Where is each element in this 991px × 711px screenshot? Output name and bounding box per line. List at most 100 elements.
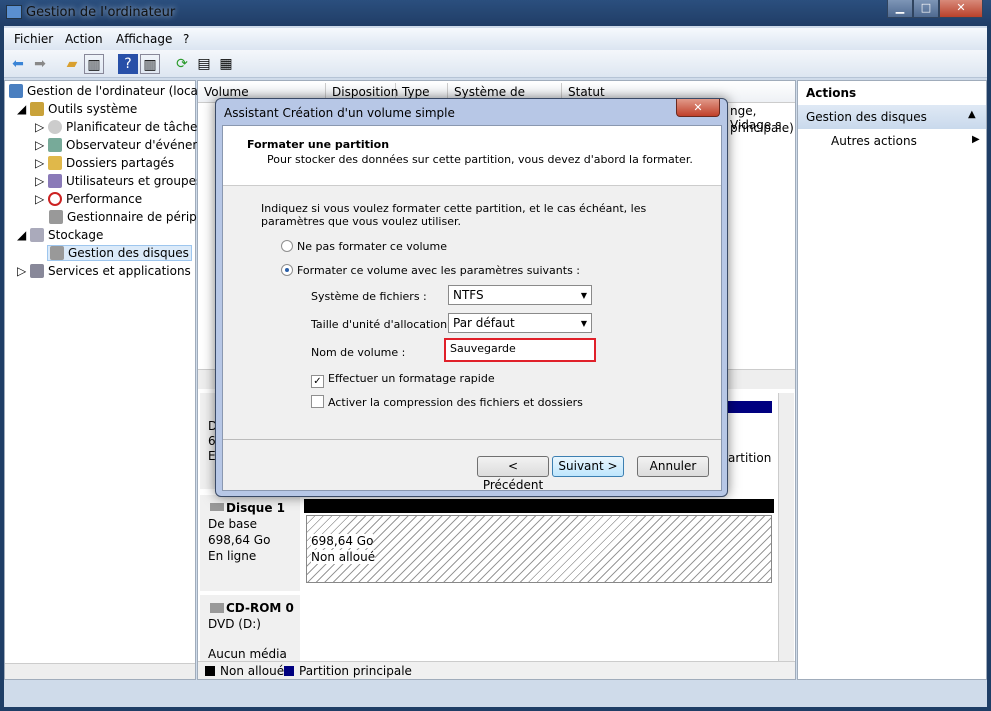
tree-label: Observateur d'événeme [66,138,212,152]
radio-format[interactable]: Formater ce volume avec les paramètres s… [281,264,580,277]
divider [223,439,721,440]
tree-outils[interactable]: ◢ Outils système [17,102,137,116]
radio-icon [281,240,293,252]
radio-label: Ne pas formater ce volume [297,240,447,253]
actions-section-label: Gestion des disques [806,110,927,124]
volume-name-input[interactable]: Sauvegarde [444,338,596,362]
tree-services[interactable]: ▷ Services et applications [17,264,191,278]
back-button[interactable]: < Précédent [477,456,549,492]
menu-bar: Fichier Action Affichage ? [4,28,987,50]
dialog-subheading: Pour stocker des données sur cette parti… [267,153,693,166]
radio-selected-icon [281,264,293,276]
radio-label: Formater ce volume avec les paramètres s… [297,264,581,277]
title-bar: Gestion de l'ordinateur ▁ □ ✕ [0,0,991,26]
more-actions[interactable]: Autres actions [831,134,917,148]
cdrom-info[interactable]: CD-ROM 0 DVD (D:) Aucun média [200,595,300,663]
refresh-icon[interactable]: ⟳ [172,54,192,74]
tree-dossiers[interactable]: ▷ Dossiers partagés [35,156,174,170]
radio-no-format[interactable]: Ne pas formater ce volume [281,240,447,253]
actions-section[interactable]: Gestion des disques ▲ [798,105,986,129]
tree-root[interactable]: Gestion de l'ordinateur (local) [9,84,206,98]
tree-label: Gestionnaire de périphé [67,210,212,224]
disk-state: En ligne [208,549,257,563]
tree-observateur[interactable]: ▷ Observateur d'événeme [35,138,211,152]
wizard-dialog: Assistant Création d'un volume simple ✕ … [215,98,728,497]
tree-label: Gestion de l'ordinateur (local) [27,84,206,98]
disk-type: De base [208,517,258,531]
minimize-button[interactable]: ▁ [887,0,913,18]
show-hide-actions-icon[interactable]: ▥ [140,54,160,74]
checkbox-label: Effectuer un formatage rapide [328,372,495,385]
quick-format-checkbox[interactable]: ✓ Effectuer un formatage rapide [311,372,495,388]
event-viewer-icon [48,138,63,152]
filesystem-select[interactable]: NTFS [448,285,592,305]
tree-label: Planificateur de tâches [66,120,204,134]
menu-action[interactable]: Action [65,32,103,46]
disk-type: DVD (D:) [208,617,261,631]
device-manager-icon [49,210,63,224]
tree-label: Outils système [48,102,138,116]
users-icon [48,174,63,188]
cancel-button[interactable]: Annuler [637,456,709,477]
tree-performance[interactable]: ▷ Performance [35,192,142,206]
performance-icon [48,192,63,206]
tree-planificateur[interactable]: ▷ Planificateur de tâches [35,120,204,134]
legend: Non alloué Partition principale [198,661,795,679]
tree-utilisateurs[interactable]: ▷ Utilisateurs et groupes l [35,174,209,188]
back-icon[interactable]: ⬅ [8,54,28,74]
help-icon[interactable]: ? [118,54,138,74]
disk-name: CD-ROM 0 [226,601,294,615]
forward-icon[interactable]: ➡ [30,54,50,74]
clock-icon [48,120,63,134]
disk-icon [210,503,224,511]
legend-swatch-unallocated [205,666,215,676]
region-size: 698,64 Go [311,534,374,548]
tree-label: Services et applications [48,264,191,278]
up-folder-icon[interactable]: ▰ [62,54,82,74]
disk-management-icon [50,246,64,260]
computer-icon [9,84,23,98]
computer-icon [6,5,22,19]
tree-label: Dossiers partagés [66,156,175,170]
tree-label: Utilisateurs et groupes l [66,174,210,188]
dialog-title: Assistant Création d'un volume simple [224,106,455,120]
dialog-header: Formater une partition Pour stocker des … [223,126,721,186]
partition-label[interactable]: artition [728,451,771,465]
menu-fichier[interactable]: Fichier [14,32,53,46]
close-button[interactable]: ✕ [939,0,983,18]
collapse-icon[interactable]: ▲ [968,109,976,120]
partition-bar [728,401,772,413]
maximize-button[interactable]: □ [913,0,939,18]
volume-row-status: principale) [730,121,794,135]
storage-icon [30,228,45,242]
disk-1-info[interactable]: Disque 1 De base 698,64 Go En ligne [200,495,300,591]
next-button[interactable]: Suivant > [552,456,624,477]
dialog-close-button[interactable]: ✕ [676,99,720,117]
allocation-select[interactable]: Par défaut [448,313,592,333]
region-label: Non alloué [311,550,376,564]
menu-affichage[interactable]: Affichage [116,32,172,46]
legend-label: Partition principale [299,664,412,678]
unallocated-region[interactable]: 698,64 Go Non alloué [306,515,772,583]
checkbox-icon [311,395,324,408]
disk-scrollbar[interactable] [778,393,794,663]
dialog-intro: Indiquez si vous voulez formater cette p… [261,202,647,228]
checkbox-label: Activer la compression des fichiers et d… [328,396,583,409]
volume-name-label: Nom de volume : [311,346,406,359]
tree-scrollbar[interactable] [5,663,195,679]
compression-checkbox[interactable]: Activer la compression des fichiers et d… [311,395,583,409]
show-hide-tree-icon[interactable]: ▥ [84,54,104,74]
allocation-label: Taille d'unité d'allocation : [311,318,455,331]
tree-gestion-disques[interactable]: Gestion des disques [47,245,192,261]
unallocated-bar [304,499,774,513]
tree-stockage[interactable]: ◢ Stockage [17,228,103,242]
tree-label: Performance [66,192,143,206]
navigation-tree: Gestion de l'ordinateur (local) ◢ Outils… [4,80,212,680]
cdrom-icon [210,603,224,613]
properties-icon[interactable]: ▤ [194,54,214,74]
actions-pane: Actions Gestion des disques ▲ Autres act… [797,80,987,680]
settings-icon[interactable]: ▦ [216,54,236,74]
tree-gestionnaire[interactable]: Gestionnaire de périphé [49,210,212,224]
menu-help[interactable]: ? [183,32,189,46]
dialog-heading: Formater une partition [247,138,390,151]
